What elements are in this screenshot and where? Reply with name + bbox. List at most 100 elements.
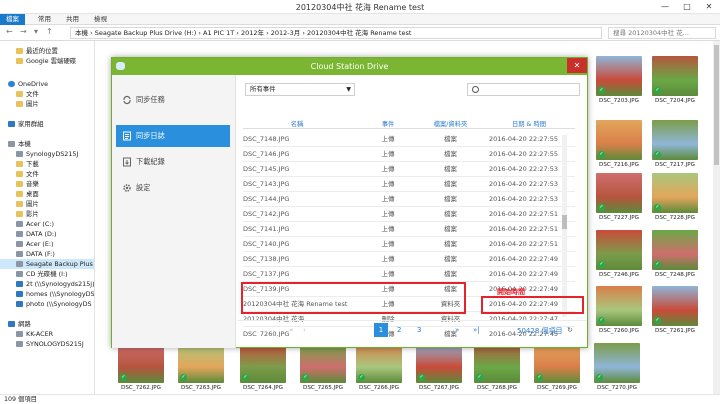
minimize-button[interactable]: — bbox=[654, 0, 676, 13]
scrollbar-thumb[interactable] bbox=[714, 45, 719, 165]
up-icon[interactable]: ↑ bbox=[46, 27, 53, 36]
photo-thumbnail: ✓ bbox=[178, 343, 224, 383]
nav-item[interactable]: DATA (F:) bbox=[0, 249, 94, 259]
table-row[interactable]: DSC_7137.JPG 上傳 檔案 2016-04-20 22:27:49 bbox=[243, 267, 575, 282]
nav-item[interactable]: 本機 bbox=[0, 139, 94, 149]
nav-item[interactable]: Acer (C:) bbox=[0, 219, 94, 229]
thumbnail-item[interactable]: ✓ DSC_7227.JPG bbox=[596, 173, 642, 221]
table-row[interactable]: DSC_7143.JPG 上傳 檔案 2016-04-20 22:27:53 bbox=[243, 177, 575, 192]
sidebar-label: 同步日誌 bbox=[136, 131, 165, 140]
thumbnail-item[interactable]: ✓ DSC_7265.JPG bbox=[300, 343, 346, 391]
page-3[interactable]: 3 bbox=[417, 326, 421, 334]
address-input[interactable]: 本機 › Seagate Backup Plus Drive (H:) › A1… bbox=[70, 27, 602, 39]
page-2[interactable]: 2 bbox=[397, 326, 401, 334]
nav-item[interactable]: CD 光碟機 (I:) bbox=[0, 269, 94, 279]
thumbnail-item[interactable]: ✓ DSC_7267.JPG bbox=[416, 343, 462, 391]
nav-item[interactable]: SYNOLOGYDS215J bbox=[0, 339, 94, 349]
nav-item-label: homes (\\SynologyDS bbox=[26, 290, 94, 298]
nav-item[interactable]: Google 雲端硬碟 bbox=[0, 56, 94, 66]
nav-item[interactable]: 影片 bbox=[0, 209, 94, 219]
tab-file[interactable]: 檔案 bbox=[0, 14, 25, 25]
forward-icon[interactable]: → bbox=[20, 27, 27, 36]
column-datetime[interactable]: 日期 & 時間 bbox=[483, 119, 575, 128]
tab-home[interactable]: 常用 bbox=[32, 14, 57, 25]
nav-item[interactable]: 圖片 bbox=[0, 199, 94, 209]
sidebar-item-sync-log[interactable]: 同步日誌 bbox=[116, 125, 230, 147]
refresh-icon[interactable]: ↻ bbox=[567, 326, 573, 334]
table-row[interactable]: DSC_7144.JPG 上傳 檔案 2016-04-20 22:27:53 bbox=[243, 192, 575, 207]
nav-item[interactable]: 下載 bbox=[0, 159, 94, 169]
sidebar-item-download-log[interactable]: 下載紀錄 bbox=[116, 151, 230, 173]
photo-thumbnail: ✓ bbox=[534, 343, 580, 383]
thumbnail-item[interactable]: ✓ DSC_7269.JPG bbox=[534, 343, 580, 391]
nav-item[interactable]: Seagate Backup Plus D bbox=[0, 259, 94, 269]
log-scrollbar-thumb[interactable] bbox=[562, 215, 567, 229]
dialog-close-button[interactable]: ✕ bbox=[567, 58, 587, 73]
nav-item-label: CD 光碟機 (I:) bbox=[26, 270, 68, 278]
sidebar-item-settings[interactable]: 設定 bbox=[116, 177, 230, 199]
column-type[interactable]: 檔案/資料夾 bbox=[423, 119, 478, 128]
nav-item[interactable]: 最近的位置 bbox=[0, 46, 94, 56]
recent-dropdown-icon[interactable]: ▾ bbox=[34, 27, 38, 36]
thumbnail-item[interactable]: ✓ DSC_7248.JPG bbox=[652, 230, 698, 278]
nav-item[interactable]: 桌面 bbox=[0, 189, 94, 199]
nav-item[interactable]: 圖片 bbox=[0, 99, 94, 109]
network-drive-icon bbox=[16, 281, 23, 287]
column-name[interactable]: 名稱 bbox=[243, 119, 351, 128]
thumbnail-item[interactable]: ✓ DSC_7228.JPG bbox=[652, 173, 698, 221]
table-row[interactable]: DSC_7141.JPG 上傳 檔案 2016-04-20 22:27:51 bbox=[243, 222, 575, 237]
page-1[interactable]: 1 bbox=[374, 323, 388, 337]
next-page-button[interactable]: » bbox=[455, 326, 459, 334]
nav-item[interactable]: photo (\\SynologyDS bbox=[0, 299, 94, 309]
last-page-button[interactable]: »| bbox=[473, 326, 480, 334]
nav-item[interactable]: DATA (D:) bbox=[0, 229, 94, 239]
back-icon[interactable]: ← bbox=[6, 27, 13, 36]
event-filter-select[interactable]: 所有事件 ▼ bbox=[245, 83, 355, 96]
maximize-button[interactable]: □ bbox=[676, 0, 698, 13]
thumbnail-item[interactable]: ✓ DSC_7216.JPG bbox=[596, 120, 642, 168]
thumbnail-item[interactable]: ✓ DSC_7270.JPG bbox=[594, 343, 640, 391]
close-button[interactable]: ✕ bbox=[698, 0, 720, 13]
thumbnail-item[interactable]: ✓ DSC_7203.JPG bbox=[596, 56, 642, 104]
table-row[interactable]: DSC_7142.JPG 上傳 檔案 2016-04-20 22:27:51 bbox=[243, 207, 575, 222]
prev-page-button[interactable]: ‹ bbox=[303, 326, 306, 334]
nav-item[interactable]: OneDrive bbox=[0, 79, 94, 89]
explorer-scrollbar[interactable] bbox=[713, 41, 720, 394]
nav-item[interactable]: 文件 bbox=[0, 89, 94, 99]
thumbnail-item[interactable]: ✓ DSC_7217.JPG bbox=[652, 120, 698, 168]
table-row[interactable]: DSC_7140.JPG 上傳 檔案 2016-04-20 22:27:51 bbox=[243, 237, 575, 252]
nav-item[interactable]: homes (\\SynologyDS bbox=[0, 289, 94, 299]
pc-icon bbox=[8, 141, 15, 147]
thumbnail-item[interactable]: ✓ DSC_7268.JPG bbox=[474, 343, 520, 391]
nav-item[interactable]: 家用群組 bbox=[0, 119, 94, 129]
nav-item[interactable]: 文件 bbox=[0, 169, 94, 179]
table-row[interactable]: DSC_7146.JPG 上傳 檔案 2016-04-20 22:27:55 bbox=[243, 147, 575, 162]
thumbnail-item[interactable]: ✓ DSC_7261.JPG bbox=[652, 286, 698, 334]
thumbnail-item[interactable]: ✓ DSC_7266.JPG bbox=[356, 343, 402, 391]
thumbnail-item[interactable]: ✓ DSC_7204.JPG bbox=[652, 56, 698, 104]
table-row[interactable]: DSC_7145.JPG 上傳 檔案 2016-04-20 22:27:53 bbox=[243, 162, 575, 177]
tab-view[interactable]: 檢視 bbox=[88, 14, 113, 25]
nav-item[interactable]: 網路 bbox=[0, 319, 94, 329]
table-row[interactable]: DSC_7138.JPG 上傳 檔案 2016-04-20 22:27:49 bbox=[243, 252, 575, 267]
thumbnail-item[interactable]: ✓ DSC_7260.JPG bbox=[596, 286, 642, 334]
thumbnail-item[interactable]: ✓ DSC_7264.JPG bbox=[240, 343, 286, 391]
column-event[interactable]: 事件 bbox=[363, 119, 413, 128]
thumbnail-item[interactable]: ✓ DSC_7262.JPG bbox=[118, 343, 164, 391]
tab-share[interactable]: 共用 bbox=[60, 14, 85, 25]
filter-value: 所有事件 bbox=[250, 85, 276, 93]
table-row[interactable]: DSC_7148.JPG 上傳 檔案 2016-04-20 22:27:55 bbox=[243, 132, 575, 147]
first-page-button[interactable]: « bbox=[289, 326, 293, 334]
pagination: « ‹ 1 2 3 » »| 50428 個項目 ↻ bbox=[237, 320, 587, 342]
thumbnail-item[interactable]: ✓ DSC_7263.JPG bbox=[178, 343, 224, 391]
log-search-input[interactable] bbox=[467, 83, 580, 96]
search-input[interactable]: 搜尋 20120304中社 花... bbox=[608, 27, 716, 39]
sidebar-item-sync-tasks[interactable]: 同步任務 bbox=[116, 89, 230, 111]
nav-item[interactable]: 音樂 bbox=[0, 179, 94, 189]
nav-item[interactable]: SynologyDS215J bbox=[0, 149, 94, 159]
nav-item[interactable]: 2t (\\Synologyds215j) bbox=[0, 279, 94, 289]
nav-item[interactable]: Acer (E:) bbox=[0, 239, 94, 249]
log-scrollbar[interactable] bbox=[562, 135, 567, 317]
nav-item[interactable]: KK-ACER bbox=[0, 329, 94, 339]
thumbnail-item[interactable]: ✓ DSC_7246.JPG bbox=[596, 230, 642, 278]
